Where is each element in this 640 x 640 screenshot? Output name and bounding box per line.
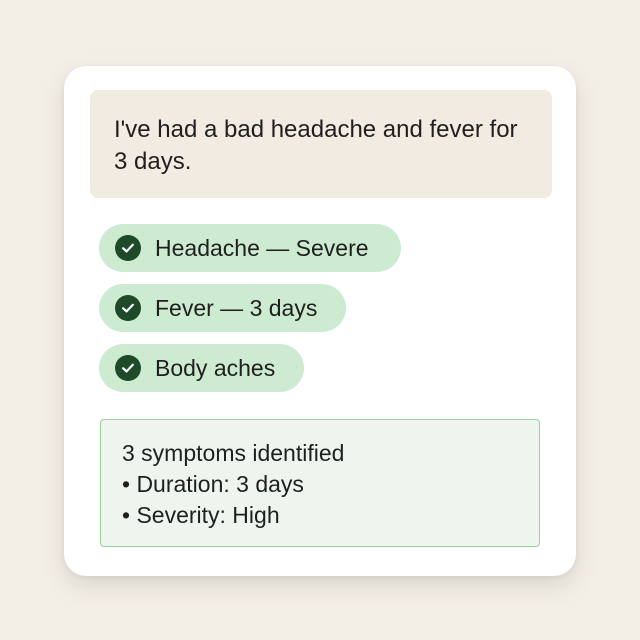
symptom-chip-headache[interactable]: Headache — Severe — [99, 224, 401, 272]
user-message-bubble: I've had a bad headache and fever for 3 … — [90, 90, 552, 198]
symptom-card: I've had a bad headache and fever for 3 … — [64, 66, 576, 576]
check-circle-icon — [115, 355, 141, 381]
summary-severity-item: • Severity: High — [122, 502, 280, 528]
symptom-chip-label: Body aches — [155, 354, 276, 381]
symptom-chip-label: Fever — 3 days — [155, 294, 318, 321]
symptom-chip-body-aches[interactable]: Body aches — [99, 344, 304, 392]
symptom-chip-fever[interactable]: Fever — 3 days — [99, 284, 346, 332]
check-circle-icon — [115, 235, 141, 261]
summary-title: 3 symptoms identified — [122, 440, 345, 466]
symptom-chip-label: Headache — Severe — [155, 234, 369, 261]
summary-duration-item: • Duration: 3 days — [122, 471, 304, 497]
symptom-summary-box: 3 symptoms identified • Duration: 3 days… — [100, 419, 540, 547]
user-message-text: I've had a bad headache and fever for 3 … — [114, 116, 518, 175]
check-circle-icon — [115, 295, 141, 321]
